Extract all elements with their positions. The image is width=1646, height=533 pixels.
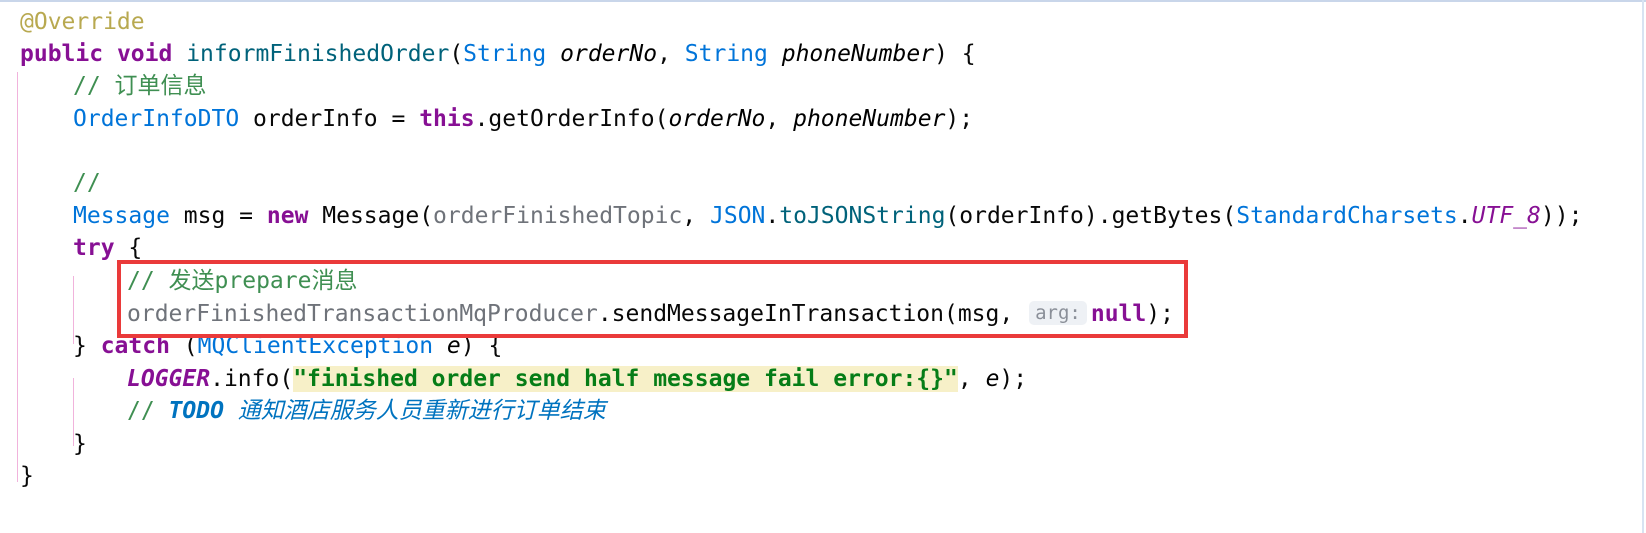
keyword-try: try [73, 235, 115, 261]
keyword-public: public [20, 41, 104, 67]
code-line-6[interactable]: Message msg = new Message(orderFinishedT… [73, 199, 1582, 233]
arg-separator: , [957, 366, 986, 392]
code-line-14[interactable]: } [20, 459, 34, 493]
code-line-3[interactable]: // 订单信息 [73, 69, 207, 103]
comment-order-info: // 订单信息 [73, 73, 207, 99]
param-hint-arg: arg: [1029, 301, 1087, 325]
todo-text: 通知酒店服务人员重新进行订单结束 [223, 398, 606, 424]
type-json: JSON [710, 203, 766, 229]
paren-open: ( [449, 41, 464, 67]
type-order-info-dto: OrderInfoDTO [73, 106, 240, 132]
keyword-this: this [419, 106, 475, 132]
arg-separator: , [682, 203, 710, 229]
code-line-8[interactable]: // 发送prepare消息 [127, 264, 357, 298]
code-line-12[interactable]: // TODO 通知酒店服务人员重新进行订单结束 [127, 394, 606, 428]
comma: , [657, 41, 671, 67]
code-line-11[interactable]: LOGGER.info("finished order send half me… [127, 362, 1027, 396]
keyword-void: void [116, 41, 173, 67]
field-utf-8: UTF_8 [1471, 203, 1541, 229]
ctor-message: Message( [308, 203, 434, 229]
keyword-null: null [1090, 301, 1147, 327]
type-mq-client-exception: MQClientException [197, 333, 434, 359]
call-send-message: .sendMessageInTransaction(msg, [597, 301, 1028, 327]
param-e: e [433, 333, 461, 359]
brace-open: { [114, 235, 143, 261]
comment-send-prepare: // 发送prepare消息 [127, 268, 358, 294]
brace-close-catch: } [73, 431, 87, 457]
call-get-order-info: .getOrderInfo( [474, 106, 669, 132]
call-info: .info( [210, 366, 294, 392]
brace-close: } [73, 333, 101, 359]
logger: LOGGER [127, 366, 211, 392]
statement-tail: ); [945, 106, 974, 132]
comment-empty: // [73, 170, 101, 196]
var-msg: msg = [169, 203, 267, 229]
code-line-1[interactable]: @Override [20, 5, 145, 39]
param-phone-number: phoneNumber [781, 41, 935, 67]
code-line-7[interactable]: try { [73, 231, 142, 265]
arg-separator: , [765, 106, 794, 132]
method-name: informFinishedOrder [186, 41, 450, 67]
keyword-new: new [266, 203, 309, 229]
type-standard-charsets: StandardCharsets [1236, 203, 1458, 229]
override-annotation: @Override [20, 9, 145, 35]
editor-right-border [1642, 0, 1644, 533]
code-line-10[interactable]: } catch (MQClientException e) { [73, 329, 502, 363]
code-line-9[interactable]: orderFinishedTransactionMqProducer.sendM… [127, 297, 1174, 331]
code-line-4[interactable]: OrderInfoDTO orderInfo = this.getOrderIn… [73, 102, 973, 136]
editor-top-border [0, 0, 1646, 2]
paren-open: ( [169, 333, 198, 359]
code-line-2[interactable]: public void informFinishedOrder(String o… [20, 37, 976, 71]
method-to-json-string: toJSONString [779, 203, 946, 229]
type-message: Message [73, 203, 170, 229]
var-order-info: orderInfo = [239, 106, 420, 132]
comment-slashes: // [127, 398, 169, 424]
arg-phone-number: phoneNumber [793, 106, 946, 132]
string-log-message: "finished order send half message fail e… [293, 366, 958, 392]
keyword-catch: catch [100, 333, 170, 359]
statement-tail: )); [1540, 203, 1583, 229]
code-editor[interactable]: @Override public void informFinishedOrde… [0, 0, 1646, 533]
todo-keyword: TODO [168, 398, 224, 424]
arg-e: e [985, 366, 1000, 392]
type-string-1: String [463, 41, 547, 67]
statement-tail: ); [1146, 301, 1174, 327]
field-order-finished-topic: orderFinishedTopic [433, 203, 683, 229]
code-line-5[interactable]: // [73, 166, 101, 200]
dot: . [765, 203, 780, 229]
signature-tail: ) { [934, 41, 976, 67]
param-order-no: orderNo [560, 41, 658, 67]
arg-order-no: orderNo [668, 106, 766, 132]
statement-tail: ); [999, 366, 1028, 392]
code-line-13[interactable]: } [73, 427, 87, 461]
receiver-producer: orderFinishedTransactionMqProducer [127, 301, 598, 327]
indent-guide-method [17, 72, 18, 482]
catch-tail: ) { [460, 333, 503, 359]
brace-close-method: } [20, 463, 34, 489]
dot-2: . [1457, 203, 1472, 229]
call-get-bytes: (orderInfo).getBytes( [945, 203, 1237, 229]
type-string-2: String [684, 41, 768, 67]
